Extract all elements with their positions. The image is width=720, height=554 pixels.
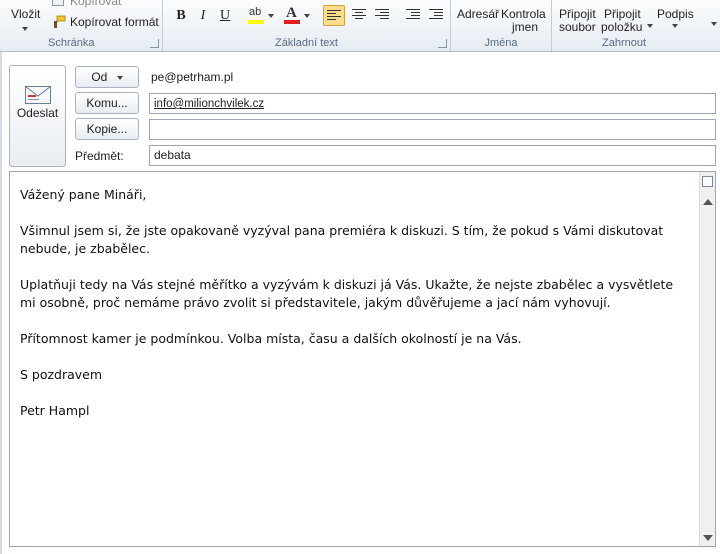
ruler-icon[interactable] (702, 176, 713, 187)
attach-file-label-line1: Připojit (559, 7, 596, 21)
vertical-scrollbar[interactable] (699, 172, 715, 546)
format-painter-icon (54, 15, 66, 28)
include-group: Připojit soubor Připojit položku Podpis … (552, 0, 712, 51)
chevron-down-icon (116, 75, 123, 80)
to-field[interactable]: info@milionchvilek.cz (149, 93, 716, 114)
align-right-icon (375, 9, 389, 20)
closing-line: S pozdravem (20, 367, 103, 382)
decrease-indent-button[interactable] (403, 5, 423, 26)
from-address: pe@petrham.pl (151, 70, 234, 84)
increase-indent-icon (429, 9, 443, 20)
signature-name: Petr Hampl (20, 403, 90, 418)
basic-text-launcher-icon[interactable] (438, 39, 447, 48)
italic-button[interactable]: I (193, 6, 213, 25)
highlight-color-bar (248, 20, 264, 24)
ribbon: Vložit Kopírovat Kopírovat formát Schrán… (0, 0, 720, 52)
names-group-label: Jména (484, 37, 518, 49)
paste-label: Vložit (11, 7, 41, 21)
clipboard-group-label: Schránka (48, 37, 95, 49)
window-edge (0, 52, 2, 554)
chevron-down-icon (672, 24, 678, 28)
copy-button[interactable]: Kopírovat (52, 0, 152, 8)
check-names-label-line1: Kontrola (501, 7, 546, 21)
message-paragraph: Uplatňuji tedy na Vás stejné měřítko a v… (20, 277, 674, 310)
signature-button[interactable]: Podpis (656, 0, 696, 34)
greeting-line: Vážený pane Mináři, (20, 187, 147, 202)
names-group: Adresář Kontrola jmen Jména (451, 0, 552, 51)
scroll-up-icon[interactable] (703, 199, 713, 205)
bold-button[interactable]: B (171, 6, 191, 25)
chevron-down-icon (304, 14, 310, 18)
copy-icon (52, 0, 64, 6)
paste-button[interactable]: Vložit (6, 0, 46, 38)
chevron-down-icon (268, 14, 274, 18)
copy-label: Kopírovat (70, 0, 122, 8)
subject-label: Předmět: (75, 149, 124, 163)
from-label: Od (91, 70, 108, 84)
basic-text-group: B I U ab A Základní text (163, 0, 451, 51)
check-names-label-line2: jmen (512, 20, 539, 34)
send-button[interactable]: Odeslat (9, 65, 66, 167)
chevron-down-icon (22, 27, 28, 31)
signature-label: Podpis (657, 7, 694, 21)
align-left-icon (327, 10, 341, 21)
highlight-icon: ab (249, 6, 262, 18)
message-text[interactable]: Vážený pane Mináři, Všimnul jsem si, že … (20, 186, 692, 438)
align-right-button[interactable] (372, 5, 392, 26)
align-center-button[interactable] (349, 5, 369, 26)
collapse-ribbon-icon[interactable] (711, 22, 717, 26)
address-book-button[interactable]: Adresář (455, 0, 501, 34)
clipboard-group: Vložit Kopírovat Kopírovat formát Schrán… (0, 0, 163, 51)
message-body[interactable]: Vážený pane Mináři, Všimnul jsem si, že … (9, 171, 716, 547)
include-group-label: Zahrnout (602, 37, 647, 49)
attach-item-button[interactable]: Připojit položku (601, 0, 655, 34)
to-recipient[interactable]: info@milionchvilek.cz (154, 98, 264, 110)
attach-item-label-line1: Připojit (604, 7, 641, 21)
send-envelope-icon (25, 86, 51, 104)
font-color-button[interactable]: A (283, 5, 313, 26)
attach-file-label-line2: soubor (559, 20, 596, 34)
align-center-icon (352, 9, 366, 20)
address-book-label: Adresář (457, 7, 500, 21)
basic-text-group-label: Základní text (275, 37, 338, 49)
format-painter-button[interactable]: Kopírovat formát (52, 14, 160, 31)
scroll-down-icon[interactable] (703, 535, 713, 541)
message-paragraph: Přítomnost kamer je podmínkou. Volba mís… (20, 331, 522, 346)
increase-indent-button[interactable] (426, 5, 446, 26)
to-button[interactable]: Komu... (75, 92, 139, 114)
attach-item-label-line2: položku (601, 20, 643, 34)
decrease-indent-icon (406, 9, 420, 20)
send-label: Odeslat (16, 106, 59, 120)
check-names-button[interactable]: Kontrola jmen (501, 0, 549, 34)
font-color-bar (284, 20, 300, 24)
format-painter-label: Kopírovat formát (70, 15, 159, 29)
align-left-button[interactable] (323, 5, 345, 26)
underline-button[interactable]: U (215, 6, 235, 25)
cc-button[interactable]: Kopie... (75, 118, 139, 140)
message-paragraph: Všimnul jsem si, že jste opakovaně vyzýv… (20, 223, 664, 256)
chevron-down-icon (647, 24, 653, 28)
highlight-button[interactable]: ab (247, 6, 277, 26)
cc-field[interactable] (149, 119, 716, 140)
subject-field[interactable]: debata (149, 145, 716, 166)
clipboard-launcher-icon[interactable] (150, 39, 159, 48)
attach-file-button[interactable]: Připojit soubor (556, 0, 600, 34)
from-button[interactable]: Od (75, 66, 139, 88)
